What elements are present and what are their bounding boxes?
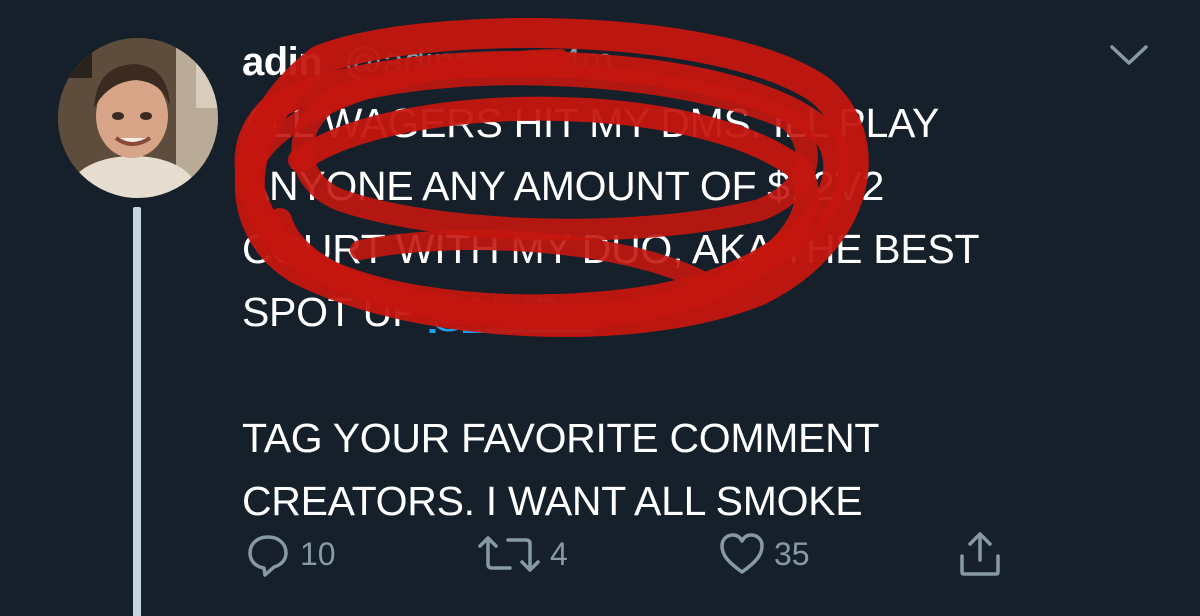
comment-icon xyxy=(248,535,288,577)
retweet-count: 4 xyxy=(550,535,568,572)
body-line: TAG YOUR FAVORITE COMMENT xyxy=(242,415,880,461)
tweet-header: adin @adinross · 4m xyxy=(242,32,613,92)
share-button[interactable] xyxy=(956,528,1012,580)
body-line: ALL WAGERS HIT MY DMS. ILL PLAY xyxy=(242,100,940,146)
like-count: 35 xyxy=(774,535,810,572)
handle-and-time[interactable]: @adinross · 4m xyxy=(344,41,613,84)
like-button[interactable]: 35 xyxy=(718,528,810,580)
body-line: COURT WITH MY DUO, AKA THE BEST xyxy=(242,226,980,272)
body-line: ANYONE ANY AMOUNT OF $. 2V2 xyxy=(242,163,885,209)
mention-link[interactable]: @NotBcr xyxy=(430,289,595,335)
reply-count: 10 xyxy=(300,535,336,572)
avatar[interactable] xyxy=(58,38,218,198)
display-name[interactable]: adin xyxy=(242,40,323,85)
body-line: SPOT UP @NotBcr xyxy=(242,281,1122,344)
body-line-text: SPOT UP xyxy=(242,289,430,335)
reply-button[interactable]: 10 xyxy=(244,528,336,580)
retweet-button[interactable]: 4 xyxy=(476,528,568,580)
heart-icon xyxy=(720,533,764,574)
body-line: CREATORS. I WANT ALL SMOKE xyxy=(242,478,863,524)
retweet-icon xyxy=(478,536,540,572)
tweet-actions: 10 4 35 xyxy=(244,528,1024,580)
tweet[interactable]: adin @adinross · 4m ALL WAGERS HIT MY DM… xyxy=(0,0,1200,616)
tweet-body: ALL WAGERS HIT MY DMS. ILL PLAY ANYONE A… xyxy=(242,92,1122,533)
chevron-down-icon[interactable] xyxy=(1108,40,1150,70)
share-icon xyxy=(960,532,1000,576)
thread-line xyxy=(133,207,141,616)
